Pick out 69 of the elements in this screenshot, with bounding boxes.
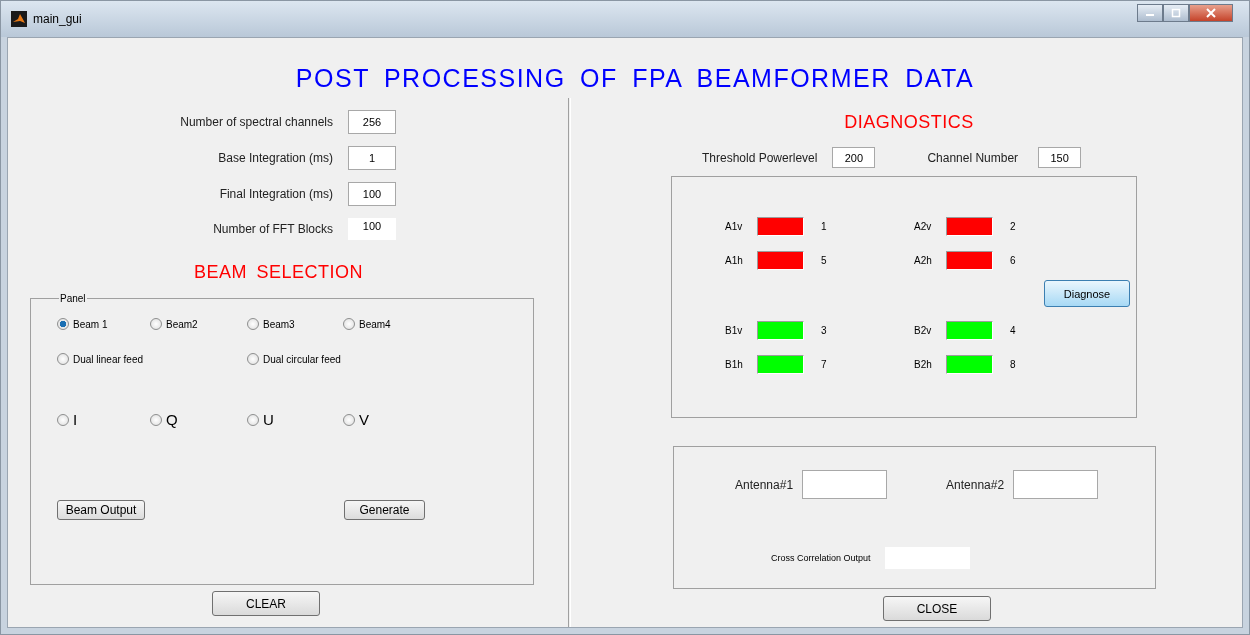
antenna-label: Antenna#2 (946, 477, 1005, 492)
value-display: 100 (348, 218, 396, 240)
minimize-button[interactable] (1137, 4, 1163, 22)
antenna-label: A1h (725, 255, 744, 266)
radio-icon[interactable] (343, 318, 355, 330)
radio-option[interactable]: V (343, 411, 533, 428)
channel-number: 6 (1010, 255, 1016, 266)
radio-option[interactable]: Beam4 (343, 318, 533, 330)
clear-button[interactable]: CLEAR (212, 591, 320, 616)
close-button[interactable] (1189, 4, 1233, 22)
antenna-label: B2v (914, 325, 933, 336)
antenna-label: B1v (725, 325, 744, 336)
channel-number: 7 (821, 359, 827, 370)
input-field[interactable]: 150 (1038, 147, 1082, 168)
radio-option[interactable]: U (247, 411, 343, 428)
antenna-label: A1v (725, 221, 744, 232)
setting-label: Number of spectral channels (179, 115, 333, 129)
antenna-label: B2h (914, 359, 933, 370)
input-field[interactable]: 1 (348, 146, 396, 170)
app-logo-icon (11, 11, 27, 27)
antenna-label: A2v (914, 221, 933, 232)
push-button[interactable]: Generate (344, 500, 425, 520)
radio-option[interactable]: Dual linear feed (57, 353, 247, 365)
radio-icon[interactable] (150, 413, 162, 426)
panel-title: Panel (59, 293, 87, 304)
radio-option[interactable]: Beam 1 (57, 318, 150, 330)
radio-icon[interactable] (57, 353, 69, 365)
setting-label: Final Integration (ms) (218, 187, 333, 201)
diagnose-button[interactable]: Diagnose (1044, 280, 1130, 307)
maximize-button[interactable] (1163, 4, 1189, 22)
antenna-label: Antenna#1 (735, 477, 794, 492)
input-field[interactable]: 200 (832, 147, 876, 168)
close-icon (1206, 8, 1216, 18)
setting-label: Number of FFT Blocks (212, 222, 333, 236)
threshold-label: Threshold Powerlevel (702, 150, 818, 165)
output-label: Cross Correlation Output (771, 553, 871, 563)
channel-number: 8 (1010, 359, 1016, 370)
antenna-label: B1h (725, 359, 744, 370)
radio-icon[interactable] (57, 318, 69, 330)
radio-option[interactable]: Q (150, 411, 247, 428)
channel-number: 4 (1010, 325, 1016, 336)
radio-icon[interactable] (247, 318, 259, 330)
radio-option[interactable]: I (57, 411, 150, 428)
radio-option[interactable]: Beam2 (150, 318, 247, 330)
page-heading: POST PROCESSING OF FPA BEAMFORMER DATA (294, 63, 976, 94)
window-title: main_gui (33, 12, 82, 26)
channel-number: 5 (821, 255, 827, 266)
radio-icon[interactable] (343, 413, 355, 426)
section-title: DIAGNOSTICS (843, 112, 975, 133)
section-title: BEAM SELECTION (194, 262, 365, 283)
channel-label: Channel Number (927, 150, 1019, 165)
input-field[interactable] (802, 470, 888, 499)
maximize-icon (1171, 8, 1181, 18)
radio-option[interactable]: Dual circular feed (247, 353, 533, 365)
channel-number: 3 (821, 325, 827, 336)
input-field[interactable] (1013, 470, 1099, 499)
radio-icon[interactable] (247, 413, 259, 426)
input-field[interactable]: 256 (348, 110, 396, 134)
radio-option[interactable]: Beam3 (247, 318, 343, 330)
setting-label: Base Integration (ms) (217, 151, 333, 165)
antenna-label: A2h (914, 255, 933, 266)
channel-number: 1 (821, 221, 827, 232)
radio-icon[interactable] (150, 318, 162, 330)
close-button[interactable]: CLOSE (883, 596, 991, 621)
push-button[interactable]: Beam Output (57, 500, 145, 520)
radio-icon[interactable] (57, 413, 69, 426)
radio-icon[interactable] (247, 353, 259, 365)
channel-number: 2 (1010, 221, 1016, 232)
input-field[interactable]: 100 (348, 182, 396, 206)
